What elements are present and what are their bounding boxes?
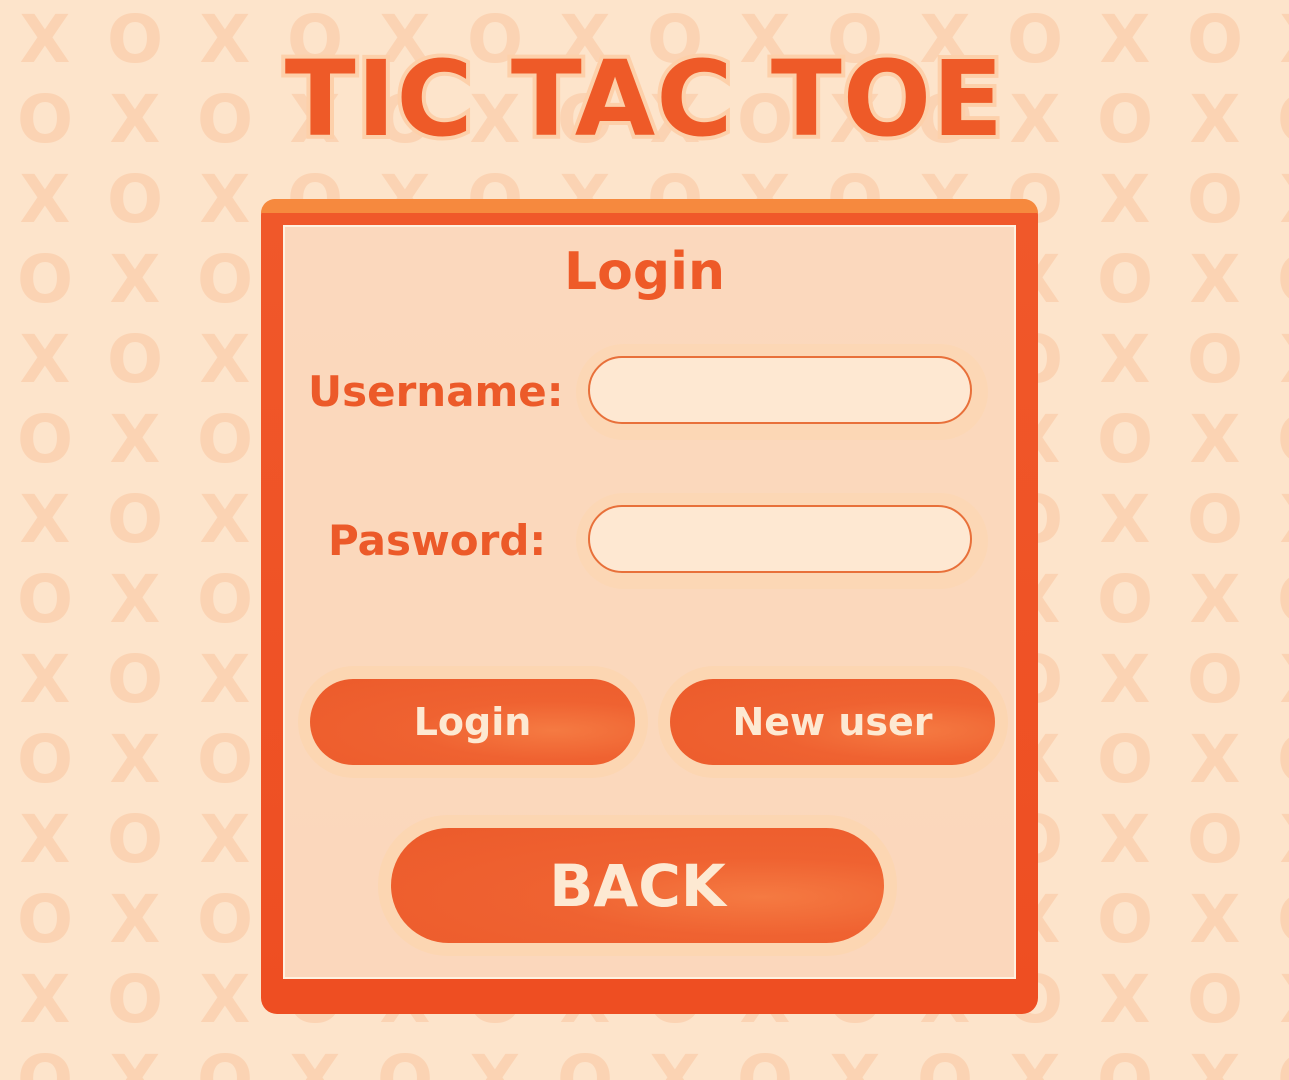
back-button-frame: BACK bbox=[378, 815, 897, 956]
x-pattern-glyph: X bbox=[19, 321, 71, 398]
o-pattern-glyph: O bbox=[196, 881, 254, 958]
password-label: Pasword: bbox=[328, 516, 547, 565]
o-pattern-glyph: O bbox=[1186, 801, 1244, 878]
o-pattern-glyph: O bbox=[106, 321, 164, 398]
x-pattern-glyph: X bbox=[109, 561, 161, 638]
x-pattern-glyph: X bbox=[199, 321, 251, 398]
o-pattern-glyph: O bbox=[106, 641, 164, 718]
o-pattern-glyph: O bbox=[196, 401, 254, 478]
o-pattern-glyph: O bbox=[1096, 1041, 1154, 1080]
login-button-frame: Login bbox=[298, 666, 648, 778]
o-pattern-glyph: O bbox=[916, 1041, 974, 1080]
x-pattern-glyph: X bbox=[1260, 640, 1289, 720]
x-pattern-glyph: X bbox=[19, 961, 71, 1038]
o-pattern-glyph: O bbox=[106, 161, 164, 238]
o-pattern-glyph: O bbox=[16, 881, 74, 958]
x-pattern-glyph: X bbox=[19, 481, 71, 558]
o-pattern-glyph: O bbox=[376, 1041, 434, 1080]
x-pattern-glyph: X bbox=[1099, 961, 1151, 1038]
x-pattern-glyph: X bbox=[1260, 800, 1289, 880]
x-pattern-glyph: X bbox=[109, 881, 161, 958]
o-pattern-glyph: O bbox=[1186, 161, 1244, 238]
x-pattern-glyph: X bbox=[1099, 801, 1151, 878]
x-pattern-glyph: X bbox=[1099, 161, 1151, 238]
o-pattern-glyph: O bbox=[556, 1041, 614, 1080]
new-user-button-frame: New user bbox=[658, 666, 1008, 778]
o-pattern-glyph: O bbox=[106, 801, 164, 878]
o-pattern-glyph: O bbox=[1186, 481, 1244, 558]
x-pattern-glyph: X bbox=[289, 1041, 341, 1080]
new-user-button[interactable]: New user bbox=[670, 679, 995, 765]
o-pattern-glyph: O bbox=[196, 721, 254, 798]
x-pattern-glyph: X bbox=[199, 961, 251, 1038]
o-pattern-glyph: O bbox=[1096, 721, 1154, 798]
x-pattern-glyph: X bbox=[649, 1041, 701, 1080]
o-pattern-glyph: O bbox=[1260, 880, 1289, 960]
x-pattern-glyph: X bbox=[1189, 561, 1241, 638]
o-pattern-glyph: O bbox=[196, 1041, 254, 1080]
x-pattern-glyph: X bbox=[1099, 481, 1151, 558]
password-input[interactable] bbox=[588, 505, 972, 573]
o-pattern-glyph: O bbox=[1260, 560, 1289, 640]
x-pattern-glyph: X bbox=[829, 1041, 881, 1080]
o-pattern-glyph: O bbox=[196, 561, 254, 638]
x-pattern-glyph: X bbox=[469, 1041, 521, 1080]
x-pattern-glyph: X bbox=[199, 641, 251, 718]
x-pattern-glyph: X bbox=[109, 401, 161, 478]
x-pattern-glyph: X bbox=[1189, 721, 1241, 798]
x-pattern-glyph: X bbox=[1189, 401, 1241, 478]
x-pattern-glyph: X bbox=[1260, 480, 1289, 560]
username-label: Username: bbox=[308, 367, 564, 416]
x-pattern-glyph: X bbox=[1009, 1041, 1061, 1080]
x-pattern-glyph: X bbox=[1260, 320, 1289, 400]
x-pattern-glyph: X bbox=[199, 161, 251, 238]
x-pattern-glyph: X bbox=[109, 1041, 161, 1080]
username-field-frame bbox=[576, 344, 988, 440]
o-pattern-glyph: O bbox=[1186, 641, 1244, 718]
o-pattern-glyph: O bbox=[16, 401, 74, 478]
o-pattern-glyph: O bbox=[106, 481, 164, 558]
password-field-frame bbox=[576, 493, 988, 589]
x-pattern-glyph: X bbox=[1099, 321, 1151, 398]
o-pattern-glyph: O bbox=[1260, 720, 1289, 800]
o-pattern-glyph: O bbox=[16, 1041, 74, 1080]
o-pattern-glyph: O bbox=[1260, 1040, 1289, 1080]
o-pattern-glyph: O bbox=[1096, 881, 1154, 958]
x-pattern-glyph: X bbox=[1189, 881, 1241, 958]
x-pattern-glyph: X bbox=[19, 801, 71, 878]
o-pattern-glyph: O bbox=[106, 961, 164, 1038]
username-input[interactable] bbox=[588, 356, 972, 424]
o-pattern-glyph: O bbox=[16, 721, 74, 798]
login-button[interactable]: Login bbox=[310, 679, 635, 765]
o-pattern-glyph: O bbox=[1186, 321, 1244, 398]
o-pattern-glyph: O bbox=[1096, 561, 1154, 638]
o-pattern-glyph: O bbox=[16, 561, 74, 638]
x-pattern-glyph: X bbox=[199, 801, 251, 878]
x-pattern-glyph: X bbox=[1260, 160, 1289, 240]
login-panel-title: Login bbox=[564, 242, 725, 302]
o-pattern-glyph: O bbox=[736, 1041, 794, 1080]
x-pattern-glyph: X bbox=[1260, 960, 1289, 1040]
x-pattern-glyph: X bbox=[1099, 641, 1151, 718]
x-pattern-glyph: X bbox=[199, 481, 251, 558]
o-pattern-glyph: O bbox=[1186, 961, 1244, 1038]
x-pattern-glyph: X bbox=[19, 161, 71, 238]
x-pattern-glyph: X bbox=[1189, 1041, 1241, 1080]
x-pattern-glyph: X bbox=[109, 721, 161, 798]
back-button[interactable]: BACK bbox=[391, 828, 884, 943]
game-title: TIC TAC TOE bbox=[281, 34, 1007, 164]
x-pattern-glyph: X bbox=[19, 641, 71, 718]
o-pattern-glyph: O bbox=[1260, 400, 1289, 480]
o-pattern-glyph: O bbox=[1096, 401, 1154, 478]
